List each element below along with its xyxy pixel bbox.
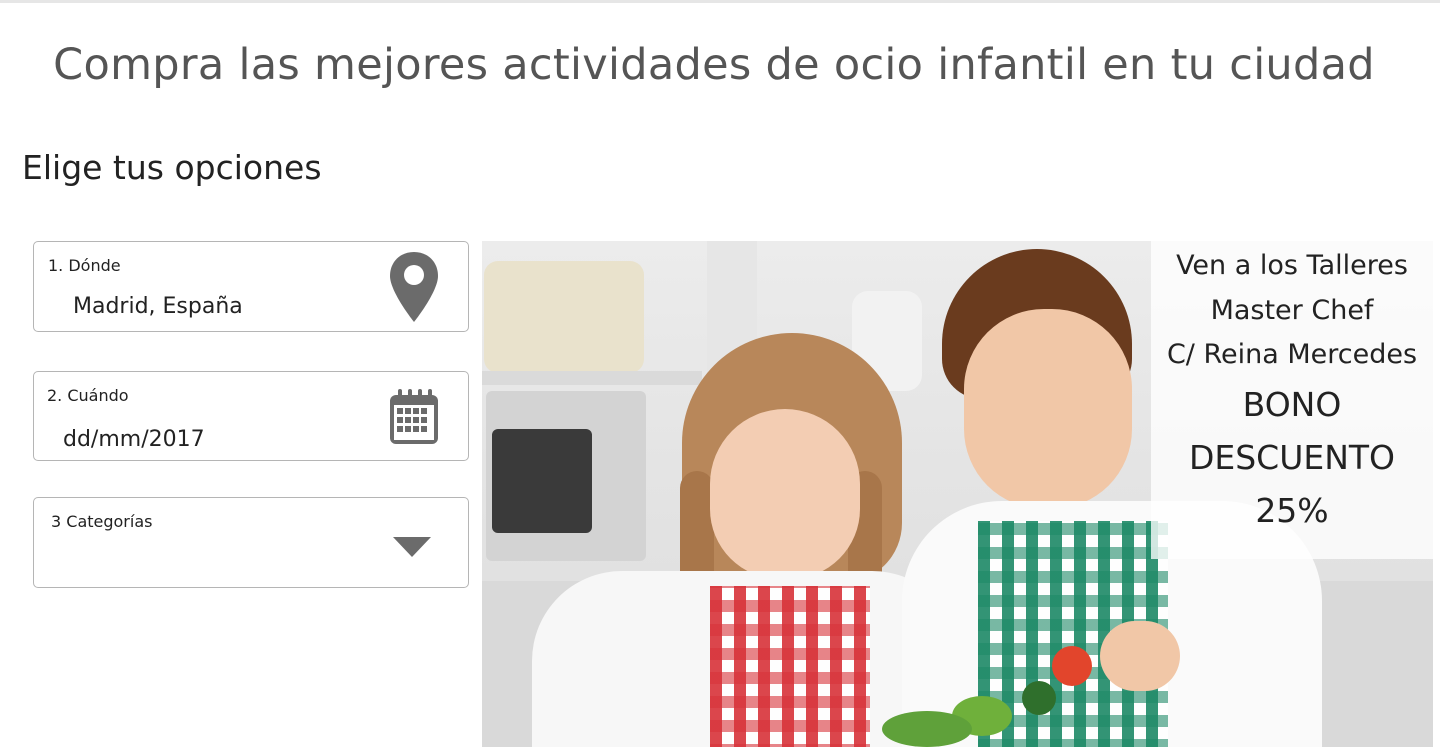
category-label: 3 Categorías [51, 512, 153, 531]
page-headline: Compra las mejores actividades de ocio i… [53, 40, 1375, 90]
promo-line-6: 25% [1255, 490, 1329, 530]
options-heading: Elige tus opciones [22, 148, 322, 187]
kitchen-shelf [482, 371, 702, 385]
microwave-window [492, 429, 592, 533]
kitchen-toaster [484, 261, 644, 373]
hero-image: Ven a los Talleres Master Chef C/ Reina … [482, 241, 1433, 747]
location-label: 1. Dónde [48, 256, 121, 275]
location-value[interactable]: Madrid, España [73, 294, 243, 319]
veggie-skewer-tomato [1052, 646, 1092, 686]
date-value[interactable]: dd/mm/2017 [63, 427, 205, 452]
veggie-plate [882, 711, 972, 747]
promo-line-3: C/ Reina Mercedes [1166, 339, 1418, 370]
promo-line-1: Ven a los Talleres [1176, 250, 1408, 281]
top-divider [0, 0, 1440, 3]
calendar-icon[interactable] [388, 388, 440, 450]
promo-line-4: BONO [1242, 384, 1342, 424]
date-label: 2. Cuándo [47, 386, 129, 405]
map-pin-icon[interactable] [388, 250, 440, 328]
chevron-down-icon[interactable] [392, 536, 432, 562]
girl-face [710, 409, 860, 579]
boy-hand [1100, 621, 1180, 691]
veggie-skewer-cucumber [1022, 681, 1056, 715]
location-field[interactable]: 1. Dónde Madrid, España [33, 241, 469, 332]
date-field[interactable]: 2. Cuándo dd/mm/2017 [33, 371, 469, 461]
girl-apron-check [710, 586, 870, 747]
promo-line-5: DESCUENTO [1188, 437, 1396, 477]
category-dropdown[interactable]: 3 Categorías [33, 497, 469, 588]
boy-face [964, 309, 1132, 509]
promo-banner[interactable]: Ven a los Talleres Master Chef C/ Reina … [1151, 241, 1433, 559]
promo-line-2: Master Chef [1210, 294, 1374, 326]
